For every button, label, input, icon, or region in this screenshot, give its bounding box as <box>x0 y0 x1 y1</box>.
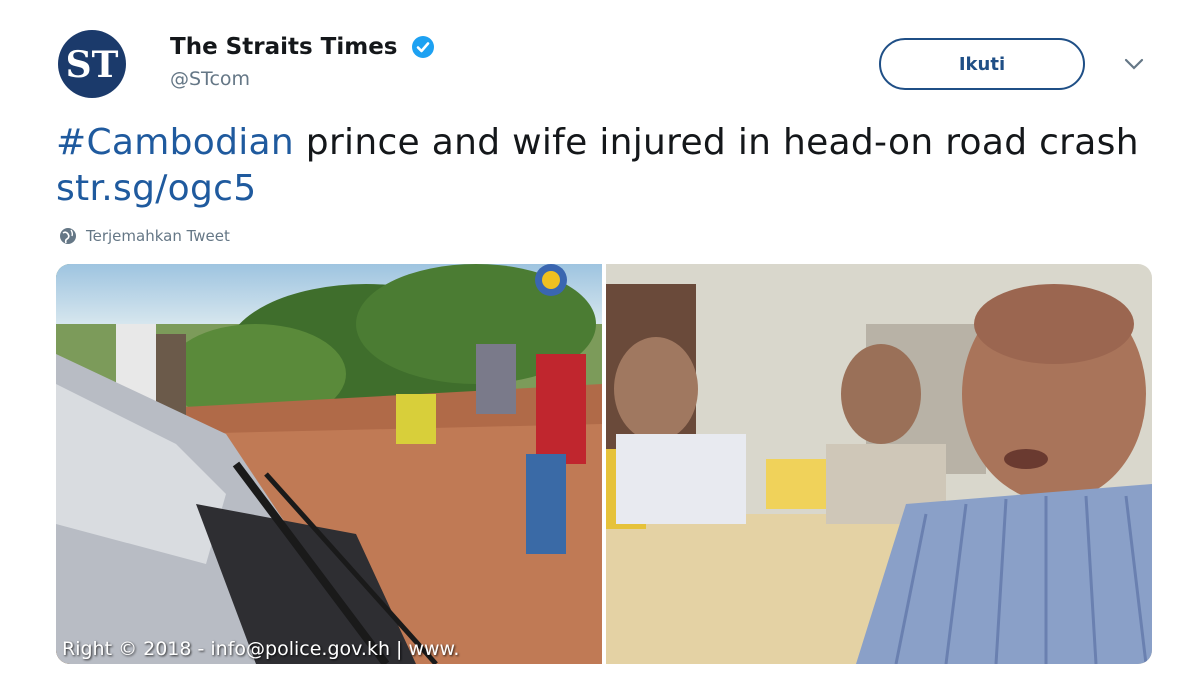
prince-portrait-photo[interactable] <box>606 264 1152 664</box>
account-handle[interactable]: @STcom <box>170 68 435 90</box>
account-name-block: The Straits Times @STcom <box>170 34 435 90</box>
tweet-url-link[interactable]: str.sg/ogc5 <box>56 168 256 209</box>
globe-icon <box>60 228 76 244</box>
chevron-down-icon[interactable] <box>1122 54 1146 74</box>
hashtag-link[interactable]: #Cambodian <box>56 122 294 163</box>
display-name[interactable]: The Straits Times <box>170 34 398 60</box>
tweet-media: Right © 2018 - info@police.gov.kh | www. <box>56 264 1152 664</box>
tweet-header: ST The Straits Times @STcom Ikuti <box>56 28 1166 104</box>
avatar[interactable]: ST <box>56 28 152 100</box>
logo-text: ST <box>66 44 119 86</box>
translate-tweet-button[interactable]: Terjemahkan Tweet <box>58 226 230 246</box>
verified-badge-icon <box>411 36 434 58</box>
translate-label: Terjemahkan Tweet <box>86 227 230 245</box>
photo-watermark: Right © 2018 - info@police.gov.kh | www. <box>62 638 460 660</box>
tweet-text: #Cambodian prince and wife injured in he… <box>56 120 1156 212</box>
follow-button[interactable]: Ikuti <box>879 38 1085 90</box>
crash-scene-photo[interactable]: Right © 2018 - info@police.gov.kh | www. <box>56 264 602 664</box>
tweet-body-text: prince and wife injured in head-on road … <box>294 122 1139 163</box>
